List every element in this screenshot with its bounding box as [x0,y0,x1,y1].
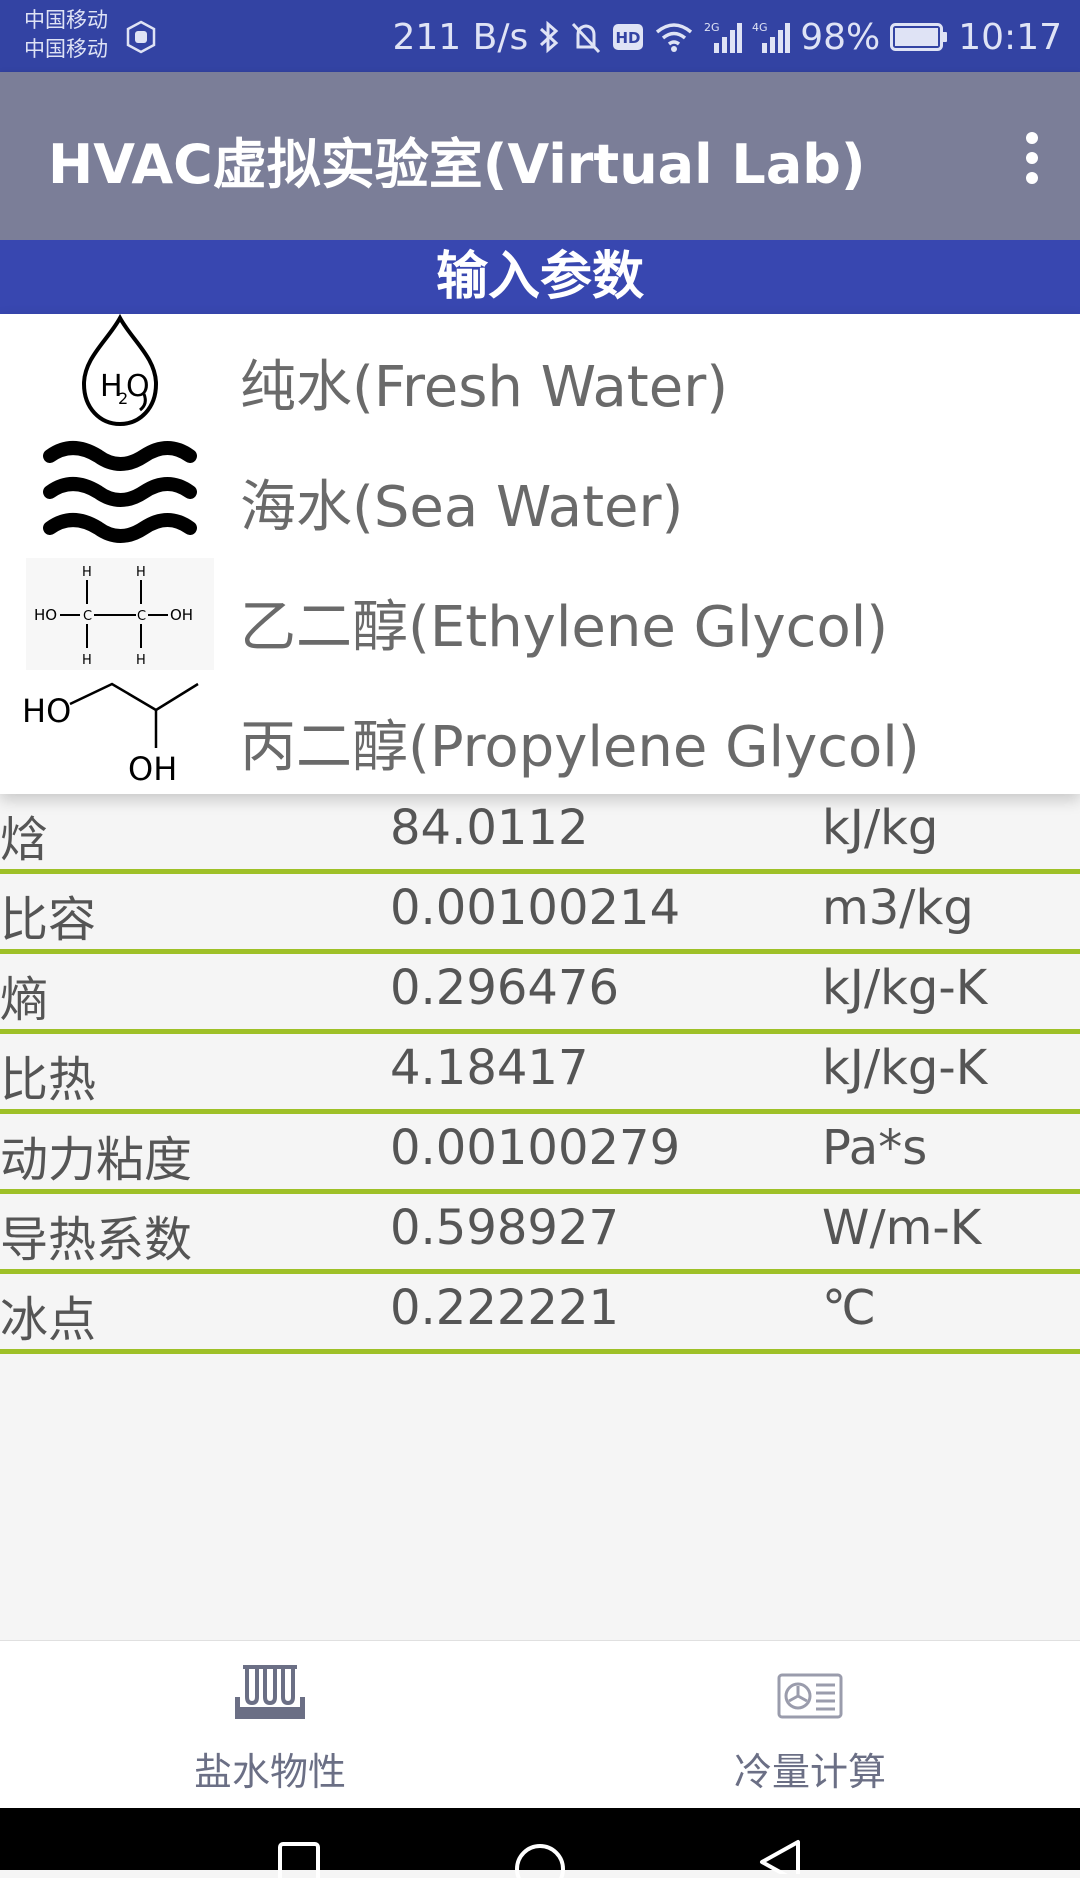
fluid-label: 丙二醇(Propylene Glycol) [240,715,920,780]
eg-c2: C [137,609,146,624]
table-row-dynamic-viscosity: 动力粘度 0.00100279 Pa*s [0,1114,1080,1194]
more-vert-icon[interactable] [1012,130,1052,186]
fluid-label: 海水(Sea Water) [240,475,684,540]
prop-value: 0.598927 [390,1200,620,1256]
prop-unit: kJ/kg-K [822,960,988,1016]
pg-oh: OH [128,750,177,788]
test-tubes-icon [235,1665,305,1719]
prop-name: 焓 [0,812,49,868]
svg-text:HD: HD [616,29,641,47]
bottom-nav: 盐水物性 冷量计算 [0,1640,1080,1809]
prop-value: 0.00100279 [390,1120,681,1176]
pg-ho: HO [22,692,71,730]
section-header-input-params: 输入参数 [0,240,1080,314]
wifi-icon [656,23,693,52]
status-bar: 中国移动 中国移动 211 B/s HD 2G 4G 98% 10:17 [0,0,1080,72]
eg-h1: H [82,565,92,580]
back-icon[interactable] [756,1838,804,1874]
fluid-item-fresh-water[interactable]: H 2 O 纯水(Fresh Water) [0,314,1080,434]
hd-icon: HD [613,24,644,50]
prop-name: 冰点 [0,1292,97,1348]
carrier-2: 中国移动 [24,37,108,61]
table-row-freezing-point: 冰点 0.222221 ℃ [0,1274,1080,1354]
fluid-label: 纯水(Fresh Water) [240,355,729,420]
system-nav-bar [0,1808,1080,1878]
prop-unit: W/m-K [822,1200,982,1256]
prop-value: 0.222221 [390,1280,620,1336]
prop-value: 84.0112 [390,800,589,856]
battery-percent: 98% [800,16,881,58]
waves-icon [43,441,197,543]
eg-h2: H [136,565,146,580]
eg-ho: HO [34,606,57,624]
table-row-specific-heat: 比热 4.18417 kJ/kg-K [0,1034,1080,1114]
table-row-specific-volume: 比容 0.00100214 m3/kg [0,874,1080,954]
signal-4g-icon: 4G [752,21,791,53]
table-row-thermal-conductivity: 导热系数 0.598927 W/m-K [0,1194,1080,1274]
eg-h4: H [136,653,146,668]
fluid-item-ethylene-glycol[interactable]: HO C C OH H H H H 乙二醇(Ethylene Glycol) [0,554,1080,674]
prop-unit: kJ/kg [822,800,939,856]
prop-name: 熵 [0,972,49,1028]
properties-table: 焓 84.0112 kJ/kg 比容 0.00100214 m3/kg 熵 0.… [0,794,1080,1354]
fluid-item-propylene-glycol[interactable]: HO OH 丙二醇(Propylene Glycol) [0,674,1080,794]
net-speed: 211 B/s [392,16,529,58]
nav-tab-cooling-calc[interactable]: 冷量计算 [540,1641,1080,1809]
hand-badge-icon [126,20,156,54]
prop-name: 导热系数 [0,1212,193,1268]
nav-label: 冷量计算 [733,1750,886,1794]
home-icon[interactable] [513,1842,567,1878]
clock: 10:17 [958,16,1062,58]
status-icons: 211 B/s HD 2G 4G 98% 10:17 [392,12,1062,62]
prop-value: 0.296476 [390,960,620,1016]
eg-oh: OH [170,606,193,624]
ethylene-glycol-structure-icon: HO C C OH H H H H [26,558,214,670]
propylene-glycol-structure-icon: HO OH [22,682,199,788]
fluid-item-sea-water[interactable]: 海水(Sea Water) [0,434,1080,554]
mute-icon [572,22,601,54]
prop-name: 动力粘度 [0,1132,193,1188]
eg-c1: C [83,609,92,624]
prop-value: 4.18417 [390,1040,589,1096]
prop-name: 比容 [0,892,97,948]
prop-value: 0.00100214 [390,880,681,936]
recent-apps-icon[interactable] [278,1842,320,1878]
prop-unit: m3/kg [822,880,974,936]
bluetooth-icon [540,20,559,54]
svg-text:2G: 2G [704,21,720,34]
prop-unit: Pa*s [822,1120,928,1176]
svg-text:4G: 4G [752,21,768,34]
eg-h3: H [82,653,92,668]
carrier-1: 中国移动 [24,8,108,32]
ac-unit-icon [777,1673,843,1719]
battery-icon [890,23,948,51]
carrier-info: 中国移动 中国移动 [24,6,108,64]
signal-2g-icon: 2G [704,21,743,53]
nav-tab-brine-properties[interactable]: 盐水物性 [0,1641,540,1809]
fluid-label: 乙二醇(Ethylene Glycol) [240,595,889,660]
fluid-list: H 2 O 纯水(Fresh Water) 海水(Sea Water) HO C… [0,314,1080,794]
nav-label: 盐水物性 [193,1750,346,1794]
table-row-enthalpy: 焓 84.0112 kJ/kg [0,794,1080,874]
prop-unit: ℃ [822,1280,876,1336]
app-bar: HVAC虚拟实验室(Virtual Lab) [0,72,1080,240]
table-row-entropy: 熵 0.296476 kJ/kg-K [0,954,1080,1034]
prop-name: 比热 [0,1052,97,1108]
prop-unit: kJ/kg-K [822,1040,988,1096]
water-drop-h2o-icon: H 2 O [81,314,159,427]
app-title: HVAC虚拟实验室(Virtual Lab) [48,133,866,196]
